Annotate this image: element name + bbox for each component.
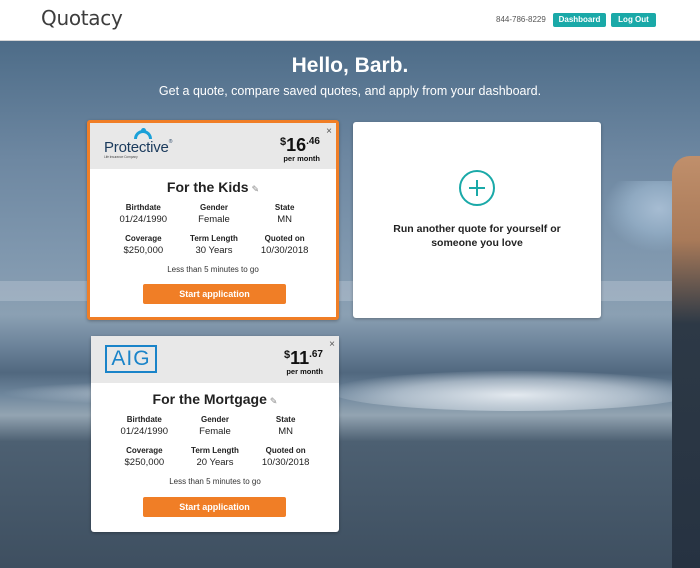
gender-value: Female [198,214,230,225]
greeting-subtitle: Get a quote, compare saved quotes, and a… [158,84,542,98]
term-length-label: Term Length [191,446,239,455]
term-length-value: 30 Years [195,245,233,256]
monthly-price: $11.67 per month [283,348,323,376]
start-application-button[interactable]: Start application [143,497,286,517]
new-quote-text[interactable]: Run another quote for yourself or someon… [383,222,571,250]
quote-card: AIG $11.67 per month × For the Mortgage ✎… [91,336,339,532]
birthdate-label: Birthdate [126,415,162,424]
top-navigation-bar: Quotacy 844-786-8229 Dashboard Log Out [0,0,700,41]
pencil-icon[interactable]: ✎ [252,184,260,194]
wave-right [330,371,700,411]
greeting-title: Hello, Barb. [291,54,409,77]
quotacy-logo[interactable]: Quotacy [41,6,123,30]
quote-name[interactable]: For the Mortgage ✎ [91,391,339,407]
coverage-label: Coverage [126,446,163,455]
quote-card: Protective® Life Insurance Company $16.4… [87,120,339,320]
carrier-logo-protective: Protective® Life Insurance Company [104,139,173,159]
plus-circle-icon[interactable] [459,170,495,206]
parent-figure [672,156,700,568]
term-length-value: 20 Years [196,457,234,468]
start-application-button[interactable]: Start application [143,284,286,304]
quoted-on-value: 10/30/2018 [261,457,310,468]
monthly-price: $16.46 per month [279,135,320,163]
close-icon[interactable]: × [329,339,335,350]
term-length-label: Term Length [190,234,238,243]
protective-dot-icon [141,128,146,133]
dashboard-button[interactable]: Dashboard [553,13,606,27]
gender-value: Female [199,426,231,437]
time-remaining-note: Less than 5 minutes to go [167,265,259,274]
quoted-on-value: 10/30/2018 [260,245,309,256]
birthdate-value: 01/24/1990 [120,426,169,437]
time-remaining-note: Less than 5 minutes to go [169,477,261,486]
birthdate-label: Birthdate [125,203,161,212]
carrier-logo-aig: AIG [105,345,157,373]
quoted-on-label: Quoted on [264,234,305,243]
new-quote-card[interactable]: Run another quote for yourself or someon… [353,122,601,318]
state-label: State [275,415,296,424]
state-label: State [274,203,295,212]
quote-card-header: Protective® Life Insurance Company $16.4… [90,123,336,169]
quote-details: Birthdate 01/24/1990 Gender Female State MN… [108,203,320,265]
coverage-label: Coverage [125,234,162,243]
state-value: MN [277,214,293,225]
coverage-value: $250,000 [124,457,165,468]
coverage-value: $250,000 [123,245,164,256]
close-icon[interactable]: × [326,126,332,137]
phone-number[interactable]: 844-786-8229 [496,15,546,24]
quote-card-header: AIG $11.67 per month × [91,336,339,383]
quote-details: Birthdate 01/24/1990 Gender Female State MN… [109,415,321,477]
gender-label: Gender [199,203,228,212]
gender-label: Gender [200,415,229,424]
birthdate-value: 01/24/1990 [119,214,168,225]
state-value: MN [278,426,294,437]
logout-button[interactable]: Log Out [611,13,656,27]
pencil-icon[interactable]: ✎ [270,396,278,406]
quote-name[interactable]: For the Kids ✎ [90,179,336,195]
quoted-on-label: Quoted on [265,446,306,455]
